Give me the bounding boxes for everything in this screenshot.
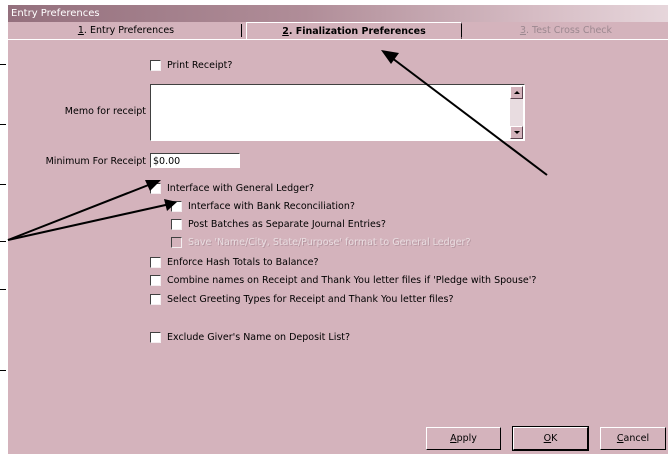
greeting-types-checkbox[interactable]: Select Greeting Types for Receipt and Th… [150,294,454,305]
checkbox-box[interactable] [171,201,182,212]
post-batches-checkbox[interactable]: Post Batches as Separate Journal Entries… [171,219,386,230]
background-edge-mark [0,289,6,290]
checkbox-box[interactable] [150,332,161,343]
button-label: ancel [623,433,650,444]
tab-finalization-preferences[interactable]: 2. Finalization Preferences [246,22,462,40]
checkbox-label: Interface with General Ledger? [167,183,315,194]
checkbox-box [171,237,182,248]
cancel-button[interactable]: Cancel [600,427,666,450]
checkbox-box[interactable] [150,294,161,305]
print-receipt-checkbox[interactable]: Print Receipt? [150,60,232,71]
memo-textarea[interactable] [150,84,525,141]
finalization-panel: Print Receipt? Memo for receipt Minimum … [8,40,668,454]
tab-label: . Finalization Preferences [288,26,426,37]
minimum-for-receipt-input[interactable]: $0.00 [150,153,240,168]
background-edge-mark [0,124,6,125]
entry-preferences-dialog: Entry Preferences 1. Entry Preferences 2… [8,5,668,454]
checkbox-box[interactable] [171,219,182,230]
arrow-down-icon [514,131,520,134]
checkbox-box[interactable] [150,275,161,286]
tab-divider [461,24,462,37]
tab-label: . Test Cross Check [525,25,613,36]
tab-label: . Entry Preferences [83,25,175,36]
save-format-checkbox: Save 'Name/City, State/Purpose' format t… [171,237,471,248]
checkbox-box[interactable] [150,183,161,194]
background-edge-mark [0,241,6,242]
button-label: K [551,433,558,444]
interface-gl-checkbox[interactable]: Interface with General Ledger? [150,183,314,194]
checkbox-label: Exclude Giver's Name on Deposit List? [167,332,351,343]
ok-button[interactable]: OK [512,426,589,451]
interface-bank-checkbox[interactable]: Interface with Bank Reconciliation? [171,201,355,212]
tab-accel: 2 [282,26,289,37]
scroll-up-button[interactable] [510,86,523,99]
button-accel: C [616,433,624,444]
memo-label: Memo for receipt [64,106,146,117]
exclude-giver-checkbox[interactable]: Exclude Giver's Name on Deposit List? [150,332,350,343]
checkbox-label: Interface with Bank Reconciliation? [188,201,355,212]
checkbox-label: Save 'Name/City, State/Purpose' format t… [188,237,471,248]
background-edge-mark [0,184,6,185]
button-label: pply [456,433,477,444]
scroll-down-button[interactable] [510,126,523,139]
memo-scrollbar[interactable] [510,86,523,139]
checkbox-label: Post Batches as Separate Journal Entries… [188,219,386,230]
checkbox-label: Select Greeting Types for Receipt and Th… [167,294,454,305]
checkbox-label: Print Receipt? [167,60,233,71]
dialog-title[interactable]: Entry Preferences [8,5,668,22]
checkbox-box[interactable] [150,60,161,71]
checkbox-box[interactable] [150,257,161,268]
checkbox-label: Enforce Hash Totals to Balance? [167,257,319,268]
combine-names-checkbox[interactable]: Combine names on Receipt and Thank You l… [150,275,536,286]
tab-divider [241,24,242,37]
arrow-up-icon [514,91,520,94]
background-edge-mark [0,64,6,65]
checkbox-label: Combine names on Receipt and Thank You l… [167,275,537,286]
tab-test-cross-check[interactable]: 3. Test Cross Check [466,22,666,39]
hash-totals-checkbox[interactable]: Enforce Hash Totals to Balance? [150,257,319,268]
minimum-label: Minimum For Receipt [45,156,146,167]
tab-strip: 1. Entry Preferences 2. Finalization Pre… [8,22,668,40]
button-accel: O [543,433,552,444]
background-edge-mark [0,370,6,371]
apply-button[interactable]: Apply [426,427,501,450]
tab-entry-preferences[interactable]: 1. Entry Preferences [12,22,240,39]
